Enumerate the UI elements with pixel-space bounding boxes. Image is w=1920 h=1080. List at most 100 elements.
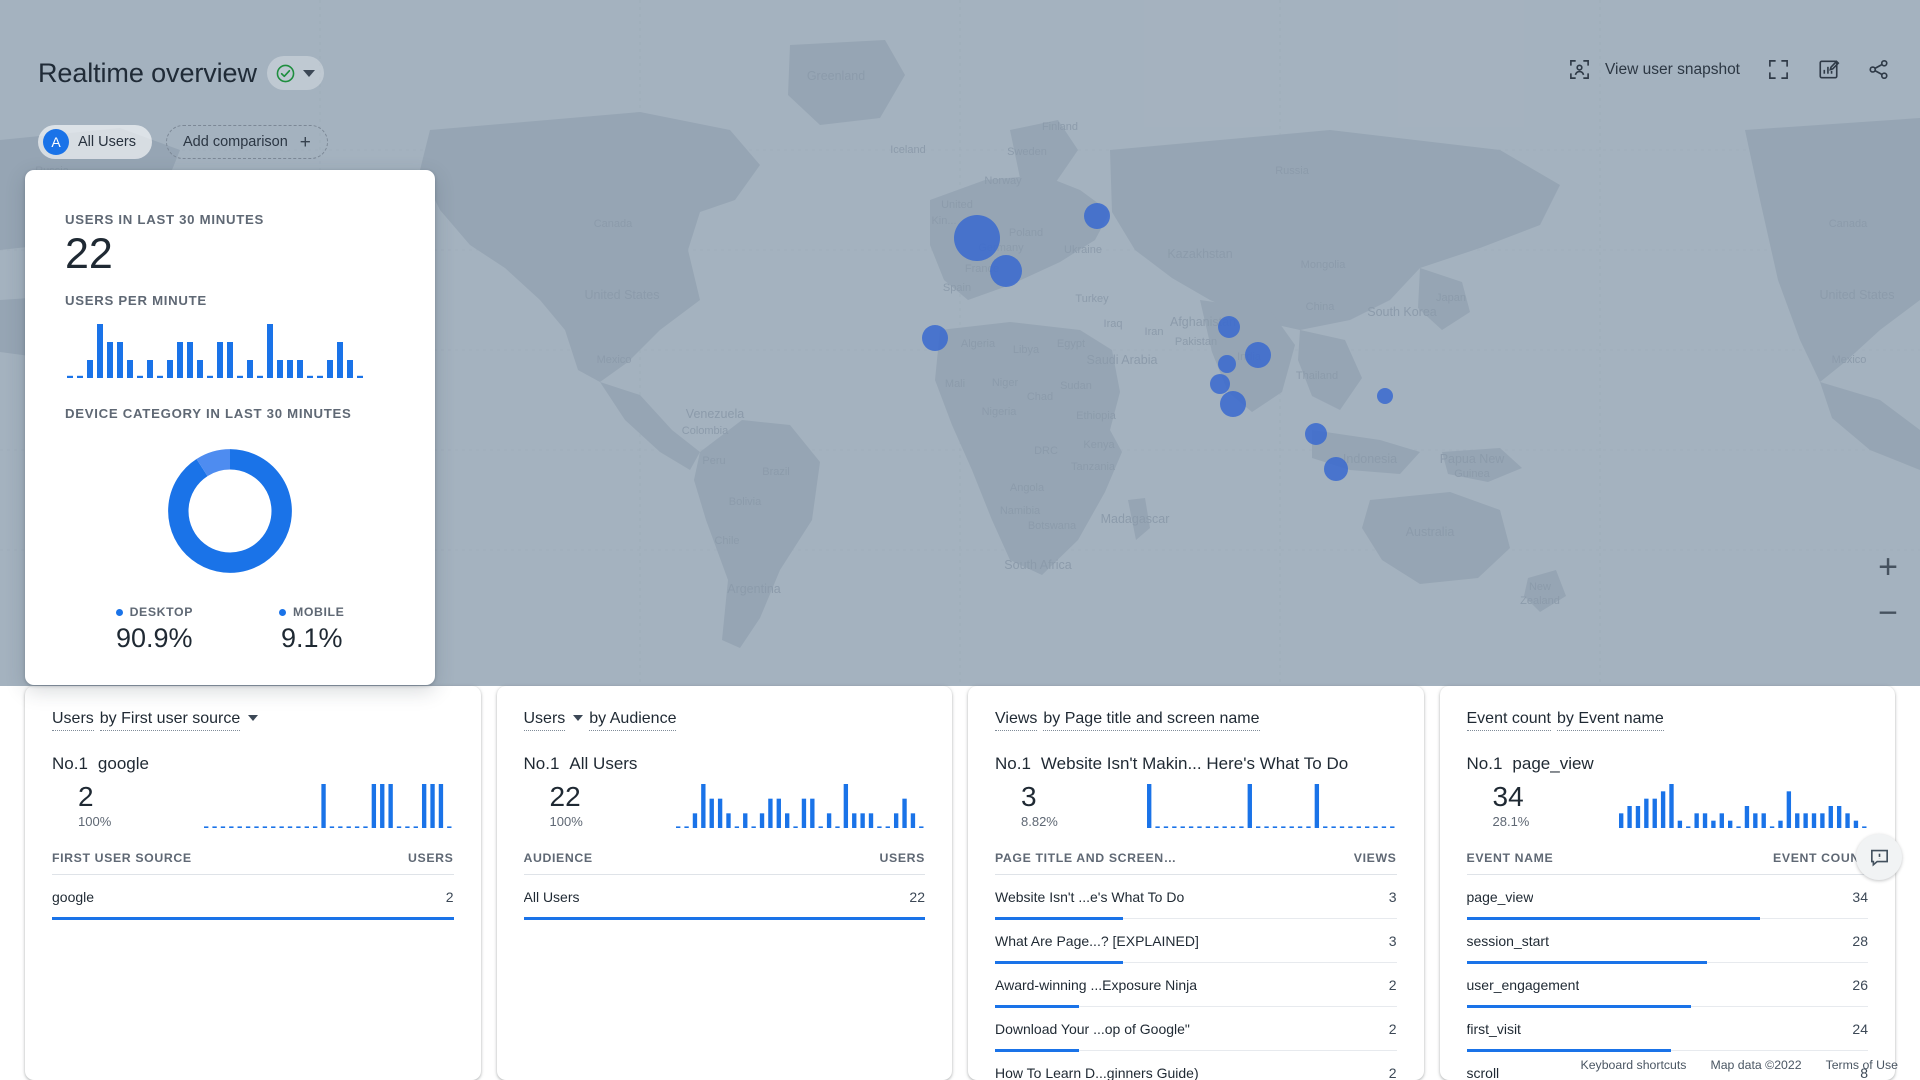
- table-row[interactable]: google2: [52, 875, 454, 919]
- page-title: Realtime overview: [38, 58, 257, 89]
- spark-bar: [117, 342, 123, 378]
- table-row[interactable]: Award-winning ...Exposure Ninja2: [995, 963, 1397, 1007]
- column-header-dimension: FIRST USER SOURCE: [52, 851, 192, 865]
- map-bubble[interactable]: [1218, 355, 1236, 373]
- card-title-audience: Users by Audience: [524, 710, 926, 731]
- map-label: Nigeria: [982, 406, 1018, 418]
- dimension-selector-page-title[interactable]: by Page title and screen name: [1043, 710, 1259, 731]
- card-sparkline-page-title[interactable]: [1145, 781, 1397, 829]
- spark-bar: [1736, 826, 1740, 828]
- row-value: 22: [909, 889, 925, 905]
- map-label: Namibia: [1000, 505, 1041, 517]
- spark-bar: [1306, 826, 1310, 828]
- card-sparkline-audience[interactable]: [674, 781, 926, 829]
- map-bubble[interactable]: [954, 215, 1000, 261]
- map-zoom-in-button[interactable]: +: [1878, 555, 1898, 579]
- chevron-down-icon[interactable]: [303, 70, 315, 77]
- table-row[interactable]: first_visit24: [1467, 1007, 1869, 1051]
- table-row[interactable]: Download Your ...op of Google"2: [995, 1007, 1397, 1051]
- status-badge[interactable]: [267, 56, 324, 90]
- spark-bar: [1264, 826, 1268, 828]
- map-bubble[interactable]: [1218, 316, 1240, 338]
- spark-bar: [717, 799, 721, 828]
- view-user-snapshot-button[interactable]: View user snapshot: [1568, 58, 1740, 81]
- share-icon[interactable]: [1867, 58, 1890, 81]
- map-zoom-controls[interactable]: + −: [1878, 555, 1898, 625]
- metric-selector-page-title[interactable]: Views: [995, 710, 1037, 731]
- metric-selector-audience[interactable]: Users: [524, 710, 566, 731]
- map-label: South Africa: [1004, 558, 1071, 572]
- spark-bar: [1761, 813, 1765, 828]
- dimension-selector-audience[interactable]: by Audience: [589, 710, 676, 731]
- map-bubble[interactable]: [1305, 423, 1327, 445]
- metric-selector-event-name[interactable]: Event count: [1467, 710, 1552, 731]
- legend-item-mobile: MOBILE 9.1%: [279, 605, 344, 654]
- card-metric-row-first-user-source: 2100%: [52, 781, 454, 829]
- map-label: Mali: [945, 378, 965, 390]
- card-sparkline-event-name[interactable]: [1617, 781, 1869, 829]
- card-sparkline-first-user-source[interactable]: [202, 781, 454, 829]
- spark-bar: [87, 360, 93, 378]
- spark-bar: [1331, 826, 1335, 828]
- row-value: 2: [1389, 977, 1397, 993]
- table-row[interactable]: session_start28: [1467, 919, 1869, 963]
- users-per-minute-label: USERS PER MINUTE: [65, 293, 395, 308]
- donut-segment[interactable]: [178, 459, 281, 562]
- table-row[interactable]: page_view34: [1467, 875, 1869, 919]
- map-label: Norway: [984, 175, 1022, 187]
- legend-dot-desktop: [116, 609, 123, 616]
- table-row[interactable]: How To Learn D...ginners Guide)2: [995, 1051, 1397, 1080]
- column-header-value: USERS: [880, 851, 925, 865]
- device-category-donut-chart[interactable]: [162, 443, 298, 579]
- chip-all-users[interactable]: A All Users: [38, 125, 152, 159]
- dimension-selector-event-name[interactable]: by Event name: [1557, 710, 1664, 731]
- header-actions: View user snapshot: [1568, 58, 1890, 81]
- spark-bar: [768, 799, 772, 828]
- users-per-minute-chart[interactable]: [65, 321, 365, 379]
- spark-bar: [197, 360, 203, 378]
- spark-bar: [204, 826, 208, 828]
- table-row[interactable]: Website Isn't ...e's What To Do3: [995, 875, 1397, 919]
- spark-bar: [327, 360, 333, 378]
- spark-bar: [405, 826, 409, 828]
- terms-of-use-link[interactable]: Terms of Use: [1826, 1058, 1898, 1072]
- map-bubble[interactable]: [1084, 203, 1110, 229]
- chevron-down-icon[interactable]: [248, 715, 258, 721]
- table-row[interactable]: All Users22: [524, 875, 926, 919]
- map-bubble[interactable]: [1210, 374, 1230, 394]
- map-zoom-out-button[interactable]: −: [1878, 601, 1898, 625]
- spark-bar: [701, 784, 705, 828]
- spark-bar: [422, 784, 426, 828]
- map-label: Canada: [1829, 218, 1868, 230]
- map-bubble[interactable]: [1377, 388, 1393, 404]
- spark-bar: [1719, 813, 1723, 828]
- edit-chart-icon[interactable]: [1817, 58, 1840, 81]
- spark-bar: [221, 826, 225, 828]
- row-label: What Are Page...? [EXPLAINED]: [995, 933, 1199, 949]
- map-bubble[interactable]: [1245, 342, 1271, 368]
- spark-bar: [1820, 813, 1824, 828]
- spark-bar: [877, 826, 881, 828]
- map-bubble[interactable]: [1324, 457, 1348, 481]
- chevron-down-icon[interactable]: [573, 715, 583, 721]
- map-bubble[interactable]: [1220, 391, 1246, 417]
- table-row[interactable]: user_engagement26: [1467, 963, 1869, 1007]
- feedback-button[interactable]: [1856, 834, 1902, 880]
- spark-bar: [279, 826, 283, 828]
- map-bubble[interactable]: [922, 325, 948, 351]
- dimension-selector-first-user-source[interactable]: by First user source: [100, 710, 240, 731]
- add-comparison-button[interactable]: Add comparison +: [166, 125, 328, 159]
- fullscreen-icon[interactable]: [1767, 58, 1790, 81]
- metric-selector-first-user-source[interactable]: Users: [52, 710, 94, 731]
- spark-bar: [1778, 821, 1782, 828]
- map-bubble[interactable]: [990, 255, 1022, 287]
- spark-bar: [355, 826, 359, 828]
- no1-name: google: [98, 754, 149, 774]
- metric-block: 2100%: [52, 782, 202, 829]
- map-label: Colombia: [682, 425, 729, 437]
- table-row[interactable]: What Are Page...? [EXPLAINED]3: [995, 919, 1397, 963]
- donut-segment[interactable]: [202, 459, 230, 467]
- map-label: Botswana: [1028, 520, 1077, 532]
- spark-bar: [1619, 813, 1623, 828]
- keyboard-shortcuts-link[interactable]: Keyboard shortcuts: [1581, 1058, 1687, 1072]
